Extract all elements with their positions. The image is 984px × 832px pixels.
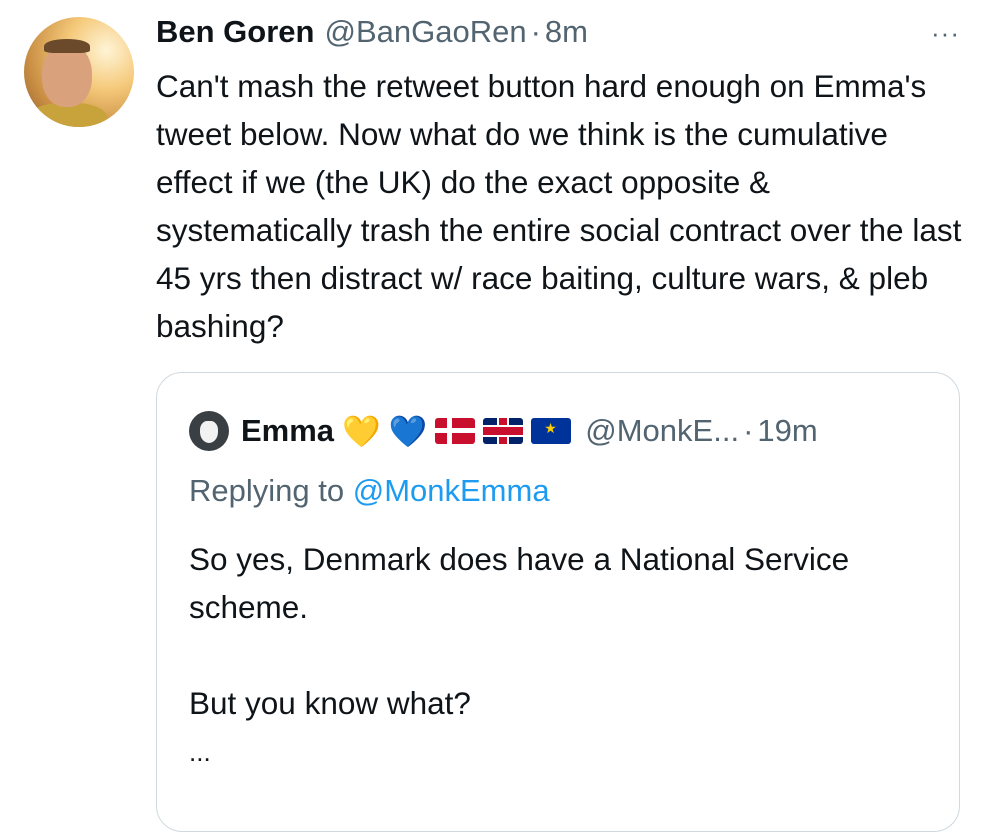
separator: · (530, 14, 541, 49)
flag-uk-icon (483, 418, 524, 444)
quote-author-handle[interactable]: @MonkE... (585, 413, 739, 449)
yellow-heart-icon: 💛 (342, 413, 381, 449)
replying-to-mention[interactable]: @MonkEmma (353, 473, 550, 508)
blue-heart-icon: 💙 (388, 413, 428, 449)
author-handle[interactable]: @BanGaoRen (324, 14, 526, 50)
replying-prefix: Replying to (189, 473, 353, 508)
flag-eu-icon (531, 418, 572, 444)
avatar[interactable] (24, 17, 134, 127)
flag-denmark-icon (435, 418, 476, 444)
quote-avatar[interactable] (189, 411, 229, 451)
tweet-header: Ben Goren @BanGaoRen · 8m (156, 14, 960, 54)
quote-truncation: ... (189, 737, 211, 767)
author-name[interactable]: Ben Goren (156, 14, 314, 50)
more-icon[interactable]: ··· (931, 18, 960, 49)
tweet-text: Can't mash the retweet button hard enoug… (156, 68, 962, 344)
quote-header: Emma 💛 💙 @MonkE... · 19m (189, 411, 818, 451)
replying-to-line: Replying to @MonkEmma (189, 473, 550, 509)
quote-author-name[interactable]: Emma (241, 413, 334, 449)
quote-text: So yes, Denmark does have a National Ser… (189, 541, 850, 721)
timestamp[interactable]: 8m (545, 14, 588, 50)
quote-timestamp[interactable]: 19m (757, 413, 817, 449)
separator: · (743, 413, 754, 448)
quoted-tweet[interactable]: Emma 💛 💙 @MonkE... · 19m Replying to @Mo… (156, 372, 960, 832)
